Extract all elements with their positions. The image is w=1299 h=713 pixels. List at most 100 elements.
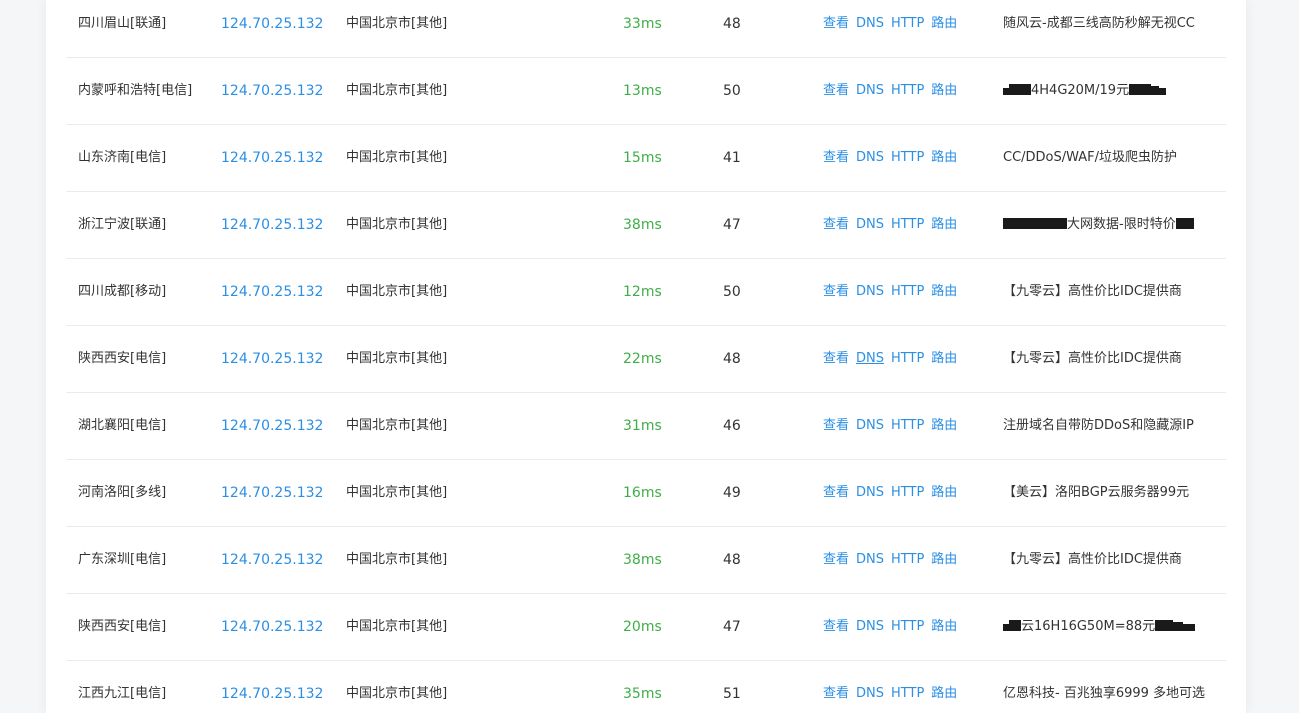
node-name: 陕西西安[电信] (78, 619, 167, 634)
http-link[interactable]: HTTP (891, 284, 924, 299)
node-name: 山东济南[电信] (78, 150, 167, 165)
table-row: 湖北襄阳[电信] 124.70.25.132 中国北京市[其他] 31ms 46… (66, 393, 1226, 460)
route-link[interactable]: 路由 (931, 485, 957, 500)
ip-link[interactable]: 124.70.25.132 (221, 661, 323, 713)
view-link[interactable]: 查看 (823, 552, 849, 567)
ip-location: 中国北京市[其他] (346, 217, 448, 232)
redaction-block (1009, 84, 1019, 95)
http-link[interactable]: HTTP (891, 217, 924, 232)
row-actions: 查看 DNS HTTP 路由 (823, 527, 964, 593)
http-link[interactable]: HTTP (891, 351, 924, 366)
ttl-value: 50 (723, 83, 741, 99)
route-link[interactable]: 路由 (931, 217, 957, 232)
route-link[interactable]: 路由 (931, 83, 957, 98)
view-link[interactable]: 查看 (823, 485, 849, 500)
route-link[interactable]: 路由 (931, 150, 957, 165)
ip-link[interactable]: 124.70.25.132 (221, 527, 323, 593)
redaction-block (1159, 88, 1167, 95)
route-link[interactable]: 路由 (931, 418, 957, 433)
response-time: 13ms (623, 83, 662, 99)
sponsor-ad[interactable]: 【美云】洛阳BGP云服务器99元 (1003, 460, 1189, 526)
view-link[interactable]: 查看 (823, 418, 849, 433)
row-actions: 查看 DNS HTTP 路由 (823, 460, 964, 526)
route-link[interactable]: 路由 (931, 619, 957, 634)
route-link[interactable]: 路由 (931, 686, 957, 701)
dns-link[interactable]: DNS (856, 619, 884, 634)
sponsor-ad[interactable]: 【九零云】高性价比IDC提供商 (1003, 527, 1182, 593)
http-link[interactable]: HTTP (891, 418, 924, 433)
http-link[interactable]: HTTP (891, 686, 924, 701)
redaction-block (1173, 622, 1184, 631)
dns-link[interactable]: DNS (856, 552, 884, 567)
dns-link[interactable]: DNS (856, 485, 884, 500)
route-link[interactable]: 路由 (931, 351, 957, 366)
view-link[interactable]: 查看 (823, 217, 849, 232)
ip-link[interactable]: 124.70.25.132 (221, 594, 323, 660)
dns-link[interactable]: DNS (856, 16, 884, 31)
sponsor-ad[interactable]: CC/DDoS/WAF/垃圾爬虫防护 (1003, 125, 1177, 191)
ttl-value: 47 (723, 619, 741, 635)
response-time: 22ms (623, 351, 662, 367)
view-link[interactable]: 查看 (823, 284, 849, 299)
table-row: 山东济南[电信] 124.70.25.132 中国北京市[其他] 15ms 41… (66, 125, 1226, 192)
route-link[interactable]: 路由 (931, 16, 957, 31)
sponsor-ad[interactable]: 【九零云】高性价比IDC提供商 (1003, 259, 1182, 325)
view-link[interactable]: 查看 (823, 619, 849, 634)
dns-link[interactable]: DNS (856, 217, 884, 232)
row-actions: 查看 DNS HTTP 路由 (823, 192, 964, 258)
table-row: 浙江宁波[联通] 124.70.25.132 中国北京市[其他] 38ms 47… (66, 192, 1226, 259)
ip-location: 中国北京市[其他] (346, 284, 448, 299)
ip-link[interactable]: 124.70.25.132 (221, 0, 323, 57)
http-link[interactable]: HTTP (891, 150, 924, 165)
sponsor-ad[interactable]: 云16H16G50M=88元 (1003, 594, 1196, 660)
dns-link[interactable]: DNS (856, 150, 884, 165)
ttl-value: 48 (723, 351, 741, 367)
dns-link[interactable]: DNS (856, 418, 884, 433)
ip-link[interactable]: 124.70.25.132 (221, 393, 323, 459)
redaction-block (1129, 84, 1152, 95)
dns-link[interactable]: DNS (856, 351, 884, 366)
route-link[interactable]: 路由 (931, 284, 957, 299)
row-actions: 查看 DNS HTTP 路由 (823, 326, 964, 392)
http-link[interactable]: HTTP (891, 485, 924, 500)
sponsor-ad[interactable]: 注册域名自带防DDoS和隐藏源IP (1003, 393, 1194, 459)
view-link[interactable]: 查看 (823, 351, 849, 366)
dns-link[interactable]: DNS (856, 284, 884, 299)
table-row: 四川成都[移动] 124.70.25.132 中国北京市[其他] 12ms 50… (66, 259, 1226, 326)
ttl-value: 41 (723, 150, 741, 166)
ip-location: 中国北京市[其他] (346, 16, 448, 31)
response-time: 33ms (623, 16, 662, 32)
table-row: 陕西西安[电信] 124.70.25.132 中国北京市[其他] 20ms 47… (66, 594, 1226, 661)
ip-link[interactable]: 124.70.25.132 (221, 326, 323, 392)
response-time: 38ms (623, 552, 662, 568)
node-name: 四川成都[移动] (78, 284, 167, 299)
ip-link[interactable]: 124.70.25.132 (221, 259, 323, 325)
response-time: 12ms (623, 284, 662, 300)
node-name: 湖北襄阳[电信] (78, 418, 167, 433)
view-link[interactable]: 查看 (823, 83, 849, 98)
ttl-value: 47 (723, 217, 741, 233)
sponsor-ad[interactable]: 大网数据-限时特价 (1003, 192, 1194, 258)
view-link[interactable]: 查看 (823, 150, 849, 165)
view-link[interactable]: 查看 (823, 16, 849, 31)
sponsor-ad[interactable]: 4H4G20M/19元 (1003, 58, 1167, 124)
sponsor-ad[interactable]: 亿恩科技- 百兆独享6999 多地可选 (1003, 661, 1205, 713)
redaction-block (1155, 620, 1174, 631)
dns-link[interactable]: DNS (856, 686, 884, 701)
http-link[interactable]: HTTP (891, 552, 924, 567)
response-time: 20ms (623, 619, 662, 635)
route-link[interactable]: 路由 (931, 552, 957, 567)
ttl-value: 48 (723, 552, 741, 568)
http-link[interactable]: HTTP (891, 16, 924, 31)
sponsor-ad[interactable]: 【九零云】高性价比IDC提供商 (1003, 326, 1182, 392)
view-link[interactable]: 查看 (823, 686, 849, 701)
http-link[interactable]: HTTP (891, 83, 924, 98)
ip-link[interactable]: 124.70.25.132 (221, 125, 323, 191)
sponsor-ad[interactable]: 随风云-成都三线高防秒解无视CC (1003, 0, 1195, 57)
ip-link[interactable]: 124.70.25.132 (221, 460, 323, 526)
ip-link[interactable]: 124.70.25.132 (221, 58, 323, 124)
node-name: 四川眉山[联通] (78, 16, 167, 31)
http-link[interactable]: HTTP (891, 619, 924, 634)
ip-link[interactable]: 124.70.25.132 (221, 192, 323, 258)
dns-link[interactable]: DNS (856, 83, 884, 98)
